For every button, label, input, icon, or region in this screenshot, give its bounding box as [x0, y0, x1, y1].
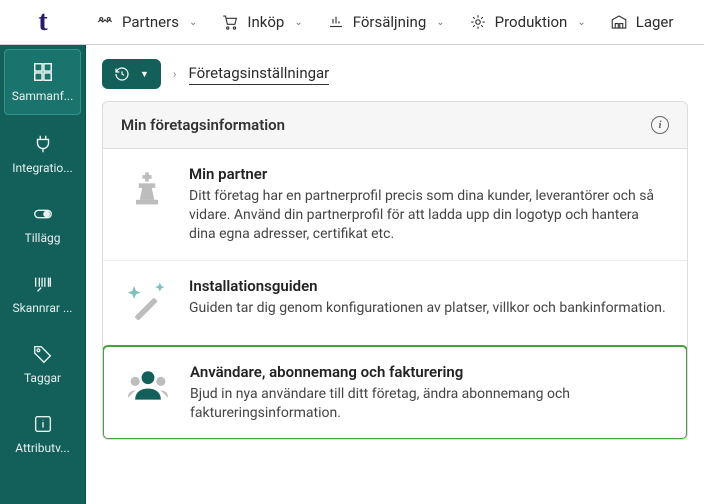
sales-icon [327, 13, 345, 31]
topnav-label: Inköp [247, 13, 284, 31]
card-text: Bjud in nya användare till ditt företag,… [190, 385, 666, 423]
topnav-label: Lager [636, 13, 674, 31]
topnav-production[interactable]: Produktion ⌄ [459, 0, 596, 44]
card-setup-wizard[interactable]: Installationsguiden Guiden tar dig genom… [103, 260, 687, 337]
toggle-icon [32, 203, 54, 225]
users-icon [124, 363, 172, 407]
grid-icon [32, 61, 54, 83]
history-icon [114, 66, 130, 82]
topnav-partners[interactable]: Partners ⌄ [86, 0, 207, 44]
logo-letter: t [38, 6, 47, 38]
plug-icon [32, 133, 54, 155]
sidebar-item-summary[interactable]: Sammanf... [4, 49, 81, 115]
sidebar-item-label: Tillägg [25, 231, 61, 245]
sidebar-item-label: Sammanf... [12, 89, 74, 103]
chevron-down-icon: ⌄ [189, 17, 197, 28]
topnav-label: Partners [122, 13, 179, 31]
topnav-purchases[interactable]: Inköp ⌄ [211, 0, 312, 44]
sidebar-item-tags[interactable]: Taggar [0, 329, 85, 399]
section-title: Min företagsinformation [121, 116, 285, 134]
sidebar-item-integrations[interactable]: Integratio... [0, 119, 85, 189]
handshake-icon [96, 13, 114, 31]
card-my-partner[interactable]: Min partner Ditt företag har en partnerp… [103, 149, 687, 260]
sidebar-item-label: Taggar [24, 371, 61, 385]
topnav-sales[interactable]: Försäljning ⌄ [317, 0, 455, 44]
magic-wand-icon [123, 277, 171, 321]
card-title: Installationsguiden [189, 277, 667, 295]
topnav-warehouse[interactable]: Lager [600, 0, 684, 44]
card-title: Användare, abonnemang och fakturering [190, 363, 666, 381]
chevron-down-icon: ⌄ [294, 17, 302, 28]
card-title: Min partner [189, 165, 667, 183]
gear-icon [469, 13, 487, 31]
tag-icon [32, 343, 54, 365]
info-square-icon [32, 413, 54, 435]
sidebar-item-label: Integratio... [12, 161, 72, 175]
card-text: Guiden tar dig genom konfigurationen av … [189, 299, 667, 318]
topnav-label: Försäljning [353, 13, 427, 31]
sidebar-item-scanners[interactable]: Skannrar ... [0, 259, 85, 329]
warehouse-icon [610, 13, 628, 31]
sidebar-item-label: Skannrar ... [13, 301, 73, 315]
chevron-right-icon: › [173, 67, 177, 81]
sidebar-item-attributes[interactable]: Attributv... [0, 399, 85, 469]
info-icon[interactable]: i [651, 116, 669, 134]
card-text: Ditt företag har en partnerprofil precis… [189, 187, 667, 244]
chevron-down-icon: ⌄ [577, 17, 585, 28]
chess-king-icon [123, 165, 171, 209]
history-dropdown-button[interactable]: ▼ [102, 59, 161, 89]
chevron-down-icon: ⌄ [436, 17, 444, 28]
card-users-subscription-billing[interactable]: Användare, abonnemang och fakturering Bj… [102, 345, 688, 441]
barcode-icon [32, 273, 54, 295]
sidebar-item-addons[interactable]: Tillägg [0, 189, 85, 259]
topnav-label: Produktion [495, 13, 568, 31]
breadcrumb-current[interactable]: Företagsinställningar [189, 64, 330, 85]
cart-icon [221, 13, 239, 31]
app-logo[interactable]: t [0, 0, 86, 44]
sidebar-item-label: Attributv... [15, 441, 70, 455]
caret-down-icon: ▼ [140, 69, 149, 80]
